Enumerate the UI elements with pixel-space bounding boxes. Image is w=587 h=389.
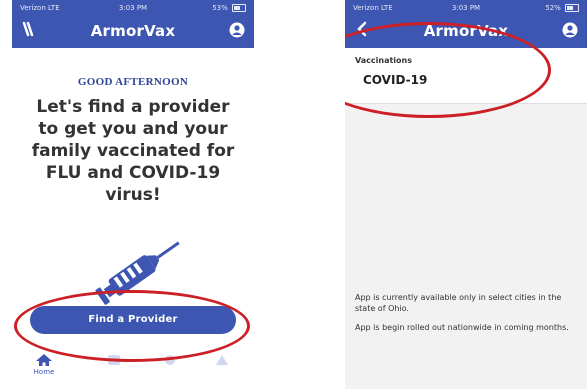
nav-home[interactable]: Home — [24, 353, 64, 376]
right-phone-screen: Verizon LTE 3:03 PM 52% ArmorVax Vaccina… — [345, 0, 587, 389]
status-bar: Verizon LTE 3:03 PM 53% — [12, 2, 254, 16]
home-icon — [36, 354, 52, 366]
status-bar: Verizon LTE 3:03 PM 52% — [345, 2, 587, 16]
app-bar: Verizon LTE 3:03 PM 53% ArmorVax — [12, 0, 254, 48]
battery-indicator: 52% — [545, 4, 579, 12]
app-title: ArmorVax — [90, 22, 176, 40]
availability-notice: App is currently available only in selec… — [355, 293, 562, 313]
greeting-text: GOOD AFTERNOON — [77, 76, 189, 88]
annotation-circle — [14, 290, 250, 362]
profile-icon[interactable] — [229, 22, 245, 38]
battery-icon — [232, 4, 246, 12]
headline-text: Let's find a provider to get you and you… — [31, 97, 235, 205]
nav-home-label: Home — [33, 368, 55, 376]
battery-percent: 53% — [212, 4, 228, 12]
battery-indicator: 53% — [212, 4, 246, 12]
battery-percent: 52% — [545, 4, 561, 12]
battery-icon — [565, 4, 579, 12]
tab-icon — [216, 355, 228, 365]
rollout-notice: App is begin rolled out nationwide in co… — [355, 323, 569, 332]
profile-icon[interactable] — [562, 22, 578, 38]
left-phone-screen: Verizon LTE 3:03 PM 53% ArmorVax GOOD AF… — [12, 0, 254, 389]
nav-tab-4[interactable] — [202, 353, 242, 367]
